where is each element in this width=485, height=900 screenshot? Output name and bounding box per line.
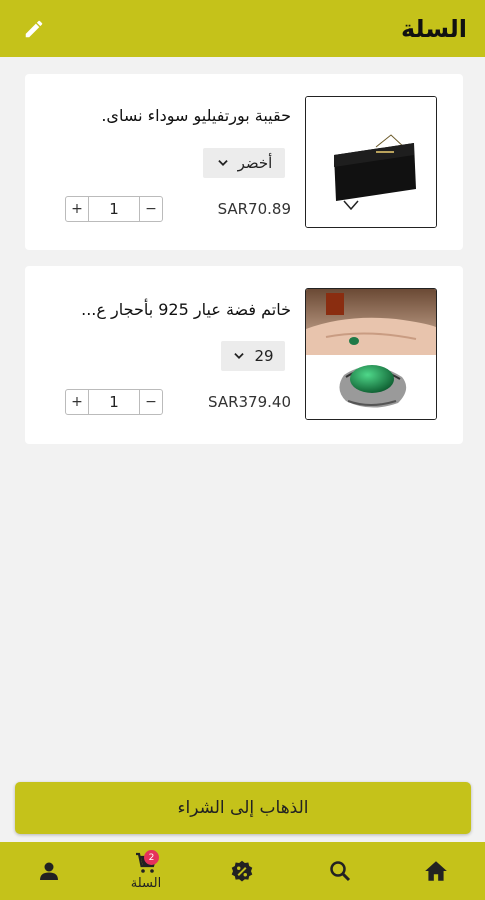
silver-ring-image: [306, 289, 436, 419]
product-image[interactable]: [305, 96, 437, 228]
quantity-stepper: + 1 −: [65, 389, 163, 415]
cart-item-card: خاتم فضة عيار 925 بأحجار ع... 29 SAR379.…: [25, 266, 463, 444]
pencil-icon: [25, 20, 43, 37]
increment-button[interactable]: +: [66, 390, 88, 414]
top-app-bar: السلة: [0, 0, 485, 57]
discount-icon: [231, 860, 253, 882]
chevron-down-icon: [217, 160, 228, 166]
nav-cart[interactable]: 2 السلة: [116, 842, 176, 900]
quantity-value: 1: [88, 197, 140, 221]
nav-home[interactable]: [406, 842, 466, 900]
home-icon: [425, 861, 447, 881]
nav-discounts[interactable]: [212, 842, 272, 900]
variant-select[interactable]: 29: [221, 341, 285, 371]
decrement-button[interactable]: −: [140, 197, 162, 221]
product-name[interactable]: حقيبة بورتفيليو سوداء نساى.: [101, 106, 291, 125]
product-name[interactable]: خاتم فضة عيار 925 بأحجار ع...: [81, 300, 291, 319]
increment-button[interactable]: +: [66, 197, 88, 221]
checkout-button[interactable]: الذهاب إلى الشراء: [15, 782, 471, 834]
decrement-button[interactable]: −: [140, 390, 162, 414]
product-price: SAR379.40: [208, 393, 291, 411]
edit-button[interactable]: [20, 15, 48, 43]
product-image[interactable]: [305, 288, 437, 420]
bottom-nav: 2 السلة: [0, 842, 485, 900]
nav-profile[interactable]: [19, 842, 79, 900]
chevron-down-icon: [234, 353, 245, 359]
search-icon: [330, 861, 351, 882]
variant-value: 29: [254, 347, 274, 365]
nav-search[interactable]: [310, 842, 370, 900]
quantity-stepper: + 1 −: [65, 196, 163, 222]
page-title: السلة: [400, 14, 467, 43]
quantity-value: 1: [88, 390, 140, 414]
cart-item-card: حقيبة بورتفيليو سوداء نساى. أخضر SAR70.8…: [25, 74, 463, 250]
variant-select[interactable]: أخضر: [203, 148, 285, 178]
cart-badge: 2: [144, 850, 159, 865]
variant-value: أخضر: [237, 154, 273, 172]
profile-icon: [40, 862, 58, 880]
black-clutch-bag-image: [306, 97, 436, 227]
product-price: SAR70.89: [217, 200, 291, 218]
nav-cart-label: السلة: [130, 876, 162, 891]
